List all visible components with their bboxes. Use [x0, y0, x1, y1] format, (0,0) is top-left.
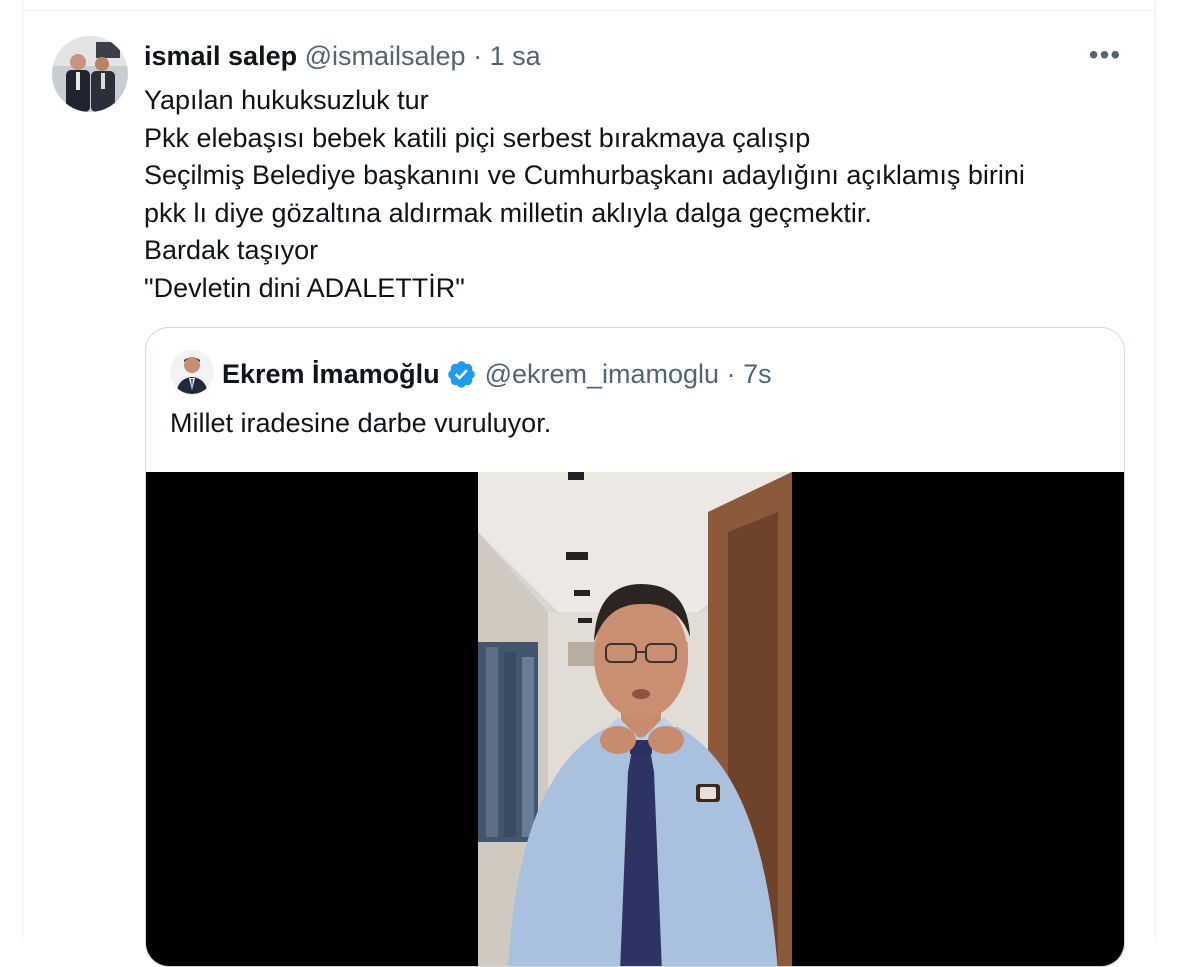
- header-separator: ·: [473, 41, 483, 71]
- quoted-header-separator: ·: [719, 358, 743, 390]
- tweet-timestamp[interactable]: 1 sa: [490, 41, 541, 71]
- verified-badge-icon: [446, 359, 477, 390]
- tweet-text: Yapılan hukuksuzluk tur Pkk elebaşısı be…: [144, 82, 1025, 307]
- separator-dot: ·: [726, 359, 736, 389]
- quoted-tweet-text: Millet iradesine darbe vuruluyor.: [170, 408, 552, 438]
- quoted-author-avatar[interactable]: [170, 350, 214, 394]
- quoted-tweet-card[interactable]: Ekrem İmamoğlu @ekrem_imamoglu · 7s Mill…: [145, 327, 1125, 967]
- tweet-line: Yapılan hukuksuzluk tur: [144, 85, 429, 115]
- author-name[interactable]: ismail salep: [144, 41, 297, 71]
- quoted-tweet-timestamp[interactable]: 7s: [743, 358, 772, 390]
- video-thumbnail: [478, 472, 792, 966]
- author-avatar[interactable]: [52, 36, 128, 112]
- divider: [23, 10, 1155, 11]
- author-handle[interactable]: @ismailsalep: [305, 41, 466, 71]
- more-icon: •••: [1088, 39, 1122, 70]
- tweet-line: Seçilmiş Belediye başkanını ve Cumhurbaş…: [144, 160, 1025, 190]
- tweet-line: Pkk elebaşısı bebek katili piçi serbest …: [144, 122, 811, 153]
- quoted-author-handle[interactable]: @ekrem_imamoglu: [485, 358, 719, 390]
- tweet-line: Bardak taşıyor: [144, 235, 319, 265]
- tweet-line: "Devletin dini ADALETTİR": [144, 272, 465, 303]
- quoted-tweet-header: Ekrem İmamoğlu @ekrem_imamoglu · 7s: [222, 358, 772, 390]
- tweet-header: ismail salep @ismailsalep · 1 sa: [144, 40, 541, 72]
- more-options-button[interactable]: •••: [1082, 36, 1128, 74]
- video-player[interactable]: [146, 472, 1124, 966]
- tweet-line: pkk lı diye gözaltına aldırmak milletin …: [144, 197, 872, 228]
- quoted-author-name[interactable]: Ekrem İmamoğlu: [222, 358, 440, 390]
